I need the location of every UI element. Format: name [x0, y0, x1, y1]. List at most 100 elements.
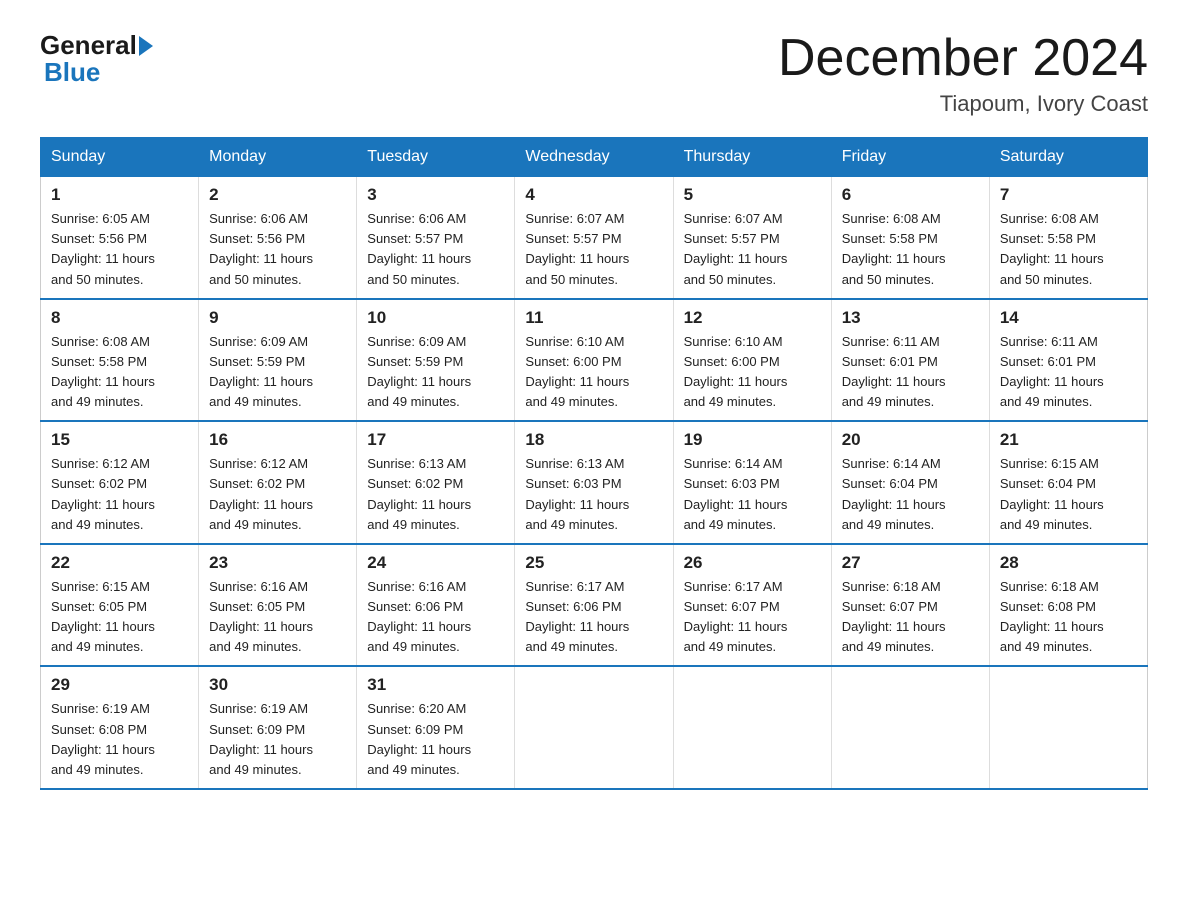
week-row-2: 8Sunrise: 6:08 AMSunset: 5:58 PMDaylight…	[41, 299, 1148, 422]
day-cell: 12 Sunrise: 6:10 AMSunset: 6:00 PMDayligh…	[673, 299, 831, 422]
day-info: Sunrise: 6:15 AMSunset: 6:04 PMDaylight:…	[1000, 454, 1137, 535]
day-cell: 5 Sunrise: 6:07 AMSunset: 5:57 PMDaylight…	[673, 177, 831, 299]
day-number: 4	[525, 185, 662, 205]
day-info: Sunrise: 6:11 AMSunset: 6:01 PMDaylight:…	[842, 332, 979, 413]
day-cell	[515, 666, 673, 789]
week-row-3: 15Sunrise: 6:12 AMSunset: 6:02 PMDayligh…	[41, 421, 1148, 544]
day-info: Sunrise: 6:18 AMSunset: 6:07 PMDaylight:…	[842, 577, 979, 658]
day-cell: 28 Sunrise: 6:18 AMSunset: 6:08 PMDayligh…	[989, 544, 1147, 667]
day-cell: 9 Sunrise: 6:09 AMSunset: 5:59 PMDaylight…	[199, 299, 357, 422]
day-cell: 22 Sunrise: 6:15 AMSunset: 6:05 PMDayligh…	[41, 544, 199, 667]
day-cell: 20 Sunrise: 6:14 AMSunset: 6:04 PMDayligh…	[831, 421, 989, 544]
day-number: 16	[209, 430, 346, 450]
day-number: 19	[684, 430, 821, 450]
day-number: 30	[209, 675, 346, 695]
header-sunday: Sunday	[41, 138, 199, 177]
day-number: 20	[842, 430, 979, 450]
day-cell: 11 Sunrise: 6:10 AMSunset: 6:00 PMDayligh…	[515, 299, 673, 422]
day-info: Sunrise: 6:08 AMSunset: 5:58 PMDaylight:…	[51, 332, 188, 413]
day-info: Sunrise: 6:07 AMSunset: 5:57 PMDaylight:…	[525, 209, 662, 290]
day-number: 9	[209, 308, 346, 328]
day-number: 13	[842, 308, 979, 328]
day-number: 22	[51, 553, 188, 573]
day-number: 25	[525, 553, 662, 573]
day-cell: 10 Sunrise: 6:09 AMSunset: 5:59 PMDayligh…	[357, 299, 515, 422]
day-info: Sunrise: 6:12 AMSunset: 6:02 PMDaylight:…	[209, 454, 346, 535]
header-saturday: Saturday	[989, 138, 1147, 177]
day-info: Sunrise: 6:09 AMSunset: 5:59 PMDaylight:…	[367, 332, 504, 413]
day-number: 5	[684, 185, 821, 205]
day-cell: 1 Sunrise: 6:05 AMSunset: 5:56 PMDaylight…	[41, 177, 199, 299]
day-number: 11	[525, 308, 662, 328]
day-info: Sunrise: 6:19 AMSunset: 6:08 PMDaylight:…	[51, 699, 188, 780]
page-header: General Blue December 2024 Tiapoum, Ivor…	[40, 30, 1148, 117]
day-number: 14	[1000, 308, 1137, 328]
day-info: Sunrise: 6:19 AMSunset: 6:09 PMDaylight:…	[209, 699, 346, 780]
header-monday: Monday	[199, 138, 357, 177]
month-title: December 2024	[778, 30, 1148, 87]
day-info: Sunrise: 6:08 AMSunset: 5:58 PMDaylight:…	[1000, 209, 1137, 290]
day-number: 6	[842, 185, 979, 205]
day-cell: 24 Sunrise: 6:16 AMSunset: 6:06 PMDayligh…	[357, 544, 515, 667]
day-info: Sunrise: 6:16 AMSunset: 6:06 PMDaylight:…	[367, 577, 504, 658]
day-cell: 26 Sunrise: 6:17 AMSunset: 6:07 PMDayligh…	[673, 544, 831, 667]
day-cell	[673, 666, 831, 789]
day-info: Sunrise: 6:08 AMSunset: 5:58 PMDaylight:…	[842, 209, 979, 290]
day-info: Sunrise: 6:10 AMSunset: 6:00 PMDaylight:…	[525, 332, 662, 413]
day-info: Sunrise: 6:18 AMSunset: 6:08 PMDaylight:…	[1000, 577, 1137, 658]
day-info: Sunrise: 6:07 AMSunset: 5:57 PMDaylight:…	[684, 209, 821, 290]
day-number: 31	[367, 675, 504, 695]
day-number: 18	[525, 430, 662, 450]
day-cell: 21 Sunrise: 6:15 AMSunset: 6:04 PMDayligh…	[989, 421, 1147, 544]
day-number: 24	[367, 553, 504, 573]
day-cell: 13 Sunrise: 6:11 AMSunset: 6:01 PMDayligh…	[831, 299, 989, 422]
day-number: 27	[842, 553, 979, 573]
logo-blue: Blue	[44, 57, 100, 88]
day-info: Sunrise: 6:09 AMSunset: 5:59 PMDaylight:…	[209, 332, 346, 413]
day-cell	[831, 666, 989, 789]
week-row-1: 1 Sunrise: 6:05 AMSunset: 5:56 PMDaylight…	[41, 177, 1148, 299]
day-cell: 8Sunrise: 6:08 AMSunset: 5:58 PMDaylight…	[41, 299, 199, 422]
day-info: Sunrise: 6:14 AMSunset: 6:04 PMDaylight:…	[842, 454, 979, 535]
day-info: Sunrise: 6:11 AMSunset: 6:01 PMDaylight:…	[1000, 332, 1137, 413]
day-cell: 6 Sunrise: 6:08 AMSunset: 5:58 PMDaylight…	[831, 177, 989, 299]
day-number: 28	[1000, 553, 1137, 573]
day-number: 26	[684, 553, 821, 573]
day-number: 29	[51, 675, 188, 695]
week-row-5: 29 Sunrise: 6:19 AMSunset: 6:08 PMDayligh…	[41, 666, 1148, 789]
day-cell: 25 Sunrise: 6:17 AMSunset: 6:06 PMDayligh…	[515, 544, 673, 667]
day-cell: 15Sunrise: 6:12 AMSunset: 6:02 PMDayligh…	[41, 421, 199, 544]
logo-arrow-icon	[139, 36, 153, 56]
day-info: Sunrise: 6:10 AMSunset: 6:00 PMDaylight:…	[684, 332, 821, 413]
day-info: Sunrise: 6:13 AMSunset: 6:03 PMDaylight:…	[525, 454, 662, 535]
day-number: 2	[209, 185, 346, 205]
day-cell: 17 Sunrise: 6:13 AMSunset: 6:02 PMDayligh…	[357, 421, 515, 544]
day-number: 23	[209, 553, 346, 573]
day-info: Sunrise: 6:06 AMSunset: 5:56 PMDaylight:…	[209, 209, 346, 290]
day-number: 21	[1000, 430, 1137, 450]
day-info: Sunrise: 6:13 AMSunset: 6:02 PMDaylight:…	[367, 454, 504, 535]
day-number: 12	[684, 308, 821, 328]
day-number: 1	[51, 185, 188, 205]
header-friday: Friday	[831, 138, 989, 177]
day-cell: 3Sunrise: 6:06 AMSunset: 5:57 PMDaylight…	[357, 177, 515, 299]
day-number: 10	[367, 308, 504, 328]
day-cell: 18 Sunrise: 6:13 AMSunset: 6:03 PMDayligh…	[515, 421, 673, 544]
day-info: Sunrise: 6:15 AMSunset: 6:05 PMDaylight:…	[51, 577, 188, 658]
day-cell: 14 Sunrise: 6:11 AMSunset: 6:01 PMDayligh…	[989, 299, 1147, 422]
day-number: 17	[367, 430, 504, 450]
day-cell: 31Sunrise: 6:20 AMSunset: 6:09 PMDayligh…	[357, 666, 515, 789]
day-cell: 19 Sunrise: 6:14 AMSunset: 6:03 PMDayligh…	[673, 421, 831, 544]
day-cell: 27 Sunrise: 6:18 AMSunset: 6:07 PMDayligh…	[831, 544, 989, 667]
day-info: Sunrise: 6:16 AMSunset: 6:05 PMDaylight:…	[209, 577, 346, 658]
day-info: Sunrise: 6:17 AMSunset: 6:07 PMDaylight:…	[684, 577, 821, 658]
day-cell: 2 Sunrise: 6:06 AMSunset: 5:56 PMDaylight…	[199, 177, 357, 299]
week-row-4: 22 Sunrise: 6:15 AMSunset: 6:05 PMDayligh…	[41, 544, 1148, 667]
day-info: Sunrise: 6:17 AMSunset: 6:06 PMDaylight:…	[525, 577, 662, 658]
day-info: Sunrise: 6:14 AMSunset: 6:03 PMDaylight:…	[684, 454, 821, 535]
header-thursday: Thursday	[673, 138, 831, 177]
day-number: 3	[367, 185, 504, 205]
day-info: Sunrise: 6:05 AMSunset: 5:56 PMDaylight:…	[51, 209, 188, 290]
day-cell: 7Sunrise: 6:08 AMSunset: 5:58 PMDaylight…	[989, 177, 1147, 299]
header-tuesday: Tuesday	[357, 138, 515, 177]
